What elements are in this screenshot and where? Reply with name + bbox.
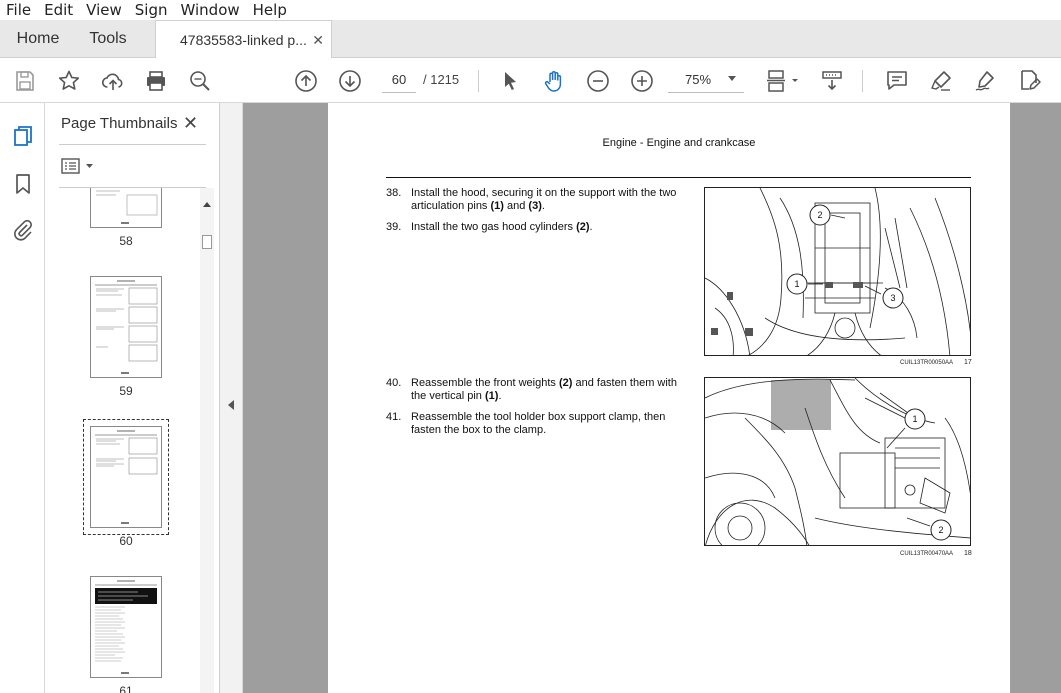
thumbnail-label: 60 xyxy=(119,534,133,548)
scroll-mode-icon[interactable] xyxy=(819,68,845,94)
thumbnail-label: 58 xyxy=(119,234,133,248)
upload-icon[interactable] xyxy=(100,68,126,94)
search-zoom-icon[interactable] xyxy=(187,68,213,94)
menu-bar: File Edit View Sign Window Help xyxy=(0,0,1061,20)
thumbnail-scrollbar[interactable] xyxy=(200,188,214,693)
thumbnail-page-59[interactable] xyxy=(90,276,162,378)
figure-17-caption: CUIL13TR00050AA xyxy=(900,360,954,366)
thumbnail-page-61[interactable] xyxy=(90,576,162,678)
menu-edit[interactable]: Edit xyxy=(44,1,73,19)
header-rule xyxy=(386,177,971,178)
toolbar-divider xyxy=(862,70,863,92)
page-up-icon[interactable] xyxy=(293,68,319,94)
pointer-icon[interactable] xyxy=(497,68,523,94)
attachments-icon[interactable] xyxy=(10,217,36,243)
step-text: Reassemble the tool holder box support c… xyxy=(411,411,666,436)
collapse-left-icon[interactable] xyxy=(228,400,234,410)
hand-icon[interactable] xyxy=(541,68,567,94)
step-40: 40. Reassemble the front weights (2) and… xyxy=(386,377,686,403)
zoom-select[interactable]: 75% xyxy=(668,67,744,93)
menu-sign[interactable]: Sign xyxy=(135,1,168,19)
menu-help[interactable]: Help xyxy=(253,1,287,19)
page-thumbnails-icon[interactable] xyxy=(10,123,36,149)
toolbar-divider xyxy=(478,70,479,92)
menu-file[interactable]: File xyxy=(6,1,31,19)
close-panel-icon[interactable]: ✕ xyxy=(183,113,198,134)
sign-icon[interactable] xyxy=(972,68,998,94)
panel-title: Page Thumbnails xyxy=(61,115,178,132)
step-41: 41. Reassemble the tool holder box suppo… xyxy=(386,411,686,437)
panel-divider xyxy=(59,144,206,145)
thumbnail-page-58[interactable] xyxy=(90,188,162,228)
step-text: Install the two gas hood cylinders (2). xyxy=(411,221,593,233)
callout-1: 1 xyxy=(794,279,799,289)
step-number: 41. xyxy=(386,411,402,423)
figure-17-number: 17 xyxy=(964,359,972,366)
save-icon[interactable] xyxy=(12,68,38,94)
comment-icon[interactable] xyxy=(884,68,910,94)
figure-18-illustration: 1 2 xyxy=(704,377,971,546)
scroll-up-arrow-icon[interactable] xyxy=(203,202,211,207)
callout-2: 2 xyxy=(817,210,822,220)
step-38: 38. Install the hood, securing it on the… xyxy=(386,187,686,213)
scrollbar-thumb[interactable] xyxy=(202,235,212,249)
zoom-in-icon[interactable] xyxy=(629,68,655,94)
pdf-page: Engine - Engine and crankcase 38. Instal… xyxy=(328,103,1010,693)
tab-document-label: 47835583-linked p... xyxy=(180,31,307,48)
toolbar: / 1215 75% xyxy=(0,58,1061,103)
panel-collapse-strip[interactable] xyxy=(220,103,243,693)
document-view[interactable]: Engine - Engine and crankcase 38. Instal… xyxy=(243,103,1061,693)
page-number-input[interactable] xyxy=(382,67,416,93)
callout-2: 2 xyxy=(938,525,943,535)
step-number: 38. xyxy=(386,187,402,199)
step-number: 40. xyxy=(386,377,402,389)
close-tab-icon[interactable]: ✕ xyxy=(312,32,324,49)
tab-home[interactable]: Home xyxy=(0,20,76,57)
page-fit-icon[interactable] xyxy=(764,68,802,94)
menu-view[interactable]: View xyxy=(86,1,122,19)
tab-bar: Home Tools 47835583-linked p... ✕ xyxy=(0,20,1061,58)
print-icon[interactable] xyxy=(143,68,169,94)
thumbnail-label: 61 xyxy=(119,684,133,693)
thumbnail-page-60[interactable] xyxy=(90,426,162,528)
thumbnail-label: 59 xyxy=(119,384,133,398)
figure-18-caption: CUIL13TR00470AA xyxy=(900,551,954,557)
menu-window[interactable]: Window xyxy=(181,1,240,19)
bookmark-star-icon[interactable] xyxy=(56,68,82,94)
navigation-rail xyxy=(0,103,45,693)
zoom-out-icon[interactable] xyxy=(585,68,611,94)
edit-pdf-icon[interactable] xyxy=(1016,68,1042,94)
page-total: / 1215 xyxy=(423,72,460,87)
thumbnail-options-menu[interactable] xyxy=(61,156,97,176)
step-39: 39. Install the two gas hood cylinders (… xyxy=(386,221,686,234)
figure-17-illustration: 2 1 3 xyxy=(704,187,971,356)
page-thumbnails-panel: Page Thumbnails ✕ 58 59 60 61 xyxy=(45,103,220,693)
bookmarks-icon[interactable] xyxy=(10,171,36,197)
highlight-icon[interactable] xyxy=(928,68,954,94)
figure-18-number: 18 xyxy=(964,550,972,557)
thumbnail-list: 58 59 60 61 xyxy=(45,188,200,693)
step-text: Install the hood, securing it on the sup… xyxy=(411,187,677,212)
callout-3: 3 xyxy=(890,293,895,303)
step-text: Reassemble the front weights (2) and fas… xyxy=(411,377,677,402)
step-number: 39. xyxy=(386,221,402,233)
tab-document[interactable]: 47835583-linked p... ✕ xyxy=(155,20,332,58)
chevron-down-icon xyxy=(728,76,736,81)
callout-1: 1 xyxy=(912,414,917,424)
page-down-icon[interactable] xyxy=(337,68,363,94)
tab-tools[interactable]: Tools xyxy=(76,20,140,57)
zoom-value: 75% xyxy=(685,72,712,87)
page-header: Engine - Engine and crankcase xyxy=(602,137,756,149)
